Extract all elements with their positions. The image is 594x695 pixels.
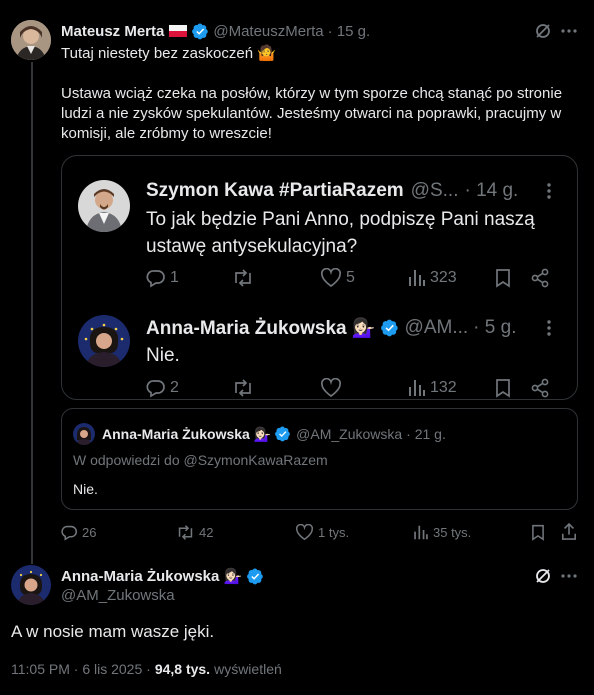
- repost-icon: [232, 268, 254, 288]
- tweet-text-p2-l1: Ustawa wciąż czeka na posłów, którzy w t…: [61, 85, 563, 102]
- post2-views-count: 132: [430, 379, 457, 396]
- post1-time[interactable]: · 14 g.: [464, 180, 518, 202]
- quoted-avatar: [73, 423, 95, 445]
- post2-share-icon[interactable]: [530, 378, 550, 398]
- reply-timestamp[interactable]: 11:05 PM · 6 lis 2025 ·: [11, 661, 151, 677]
- reply-icon: [146, 268, 166, 288]
- post1-repost-action[interactable]: [232, 268, 254, 288]
- views-icon: [408, 378, 426, 398]
- repost-icon: [232, 378, 254, 398]
- post1-views-count: 323: [430, 269, 457, 286]
- tweet-text-p2-l2: ludzi a nie zysków spekulantów. Jesteśmy…: [61, 105, 562, 122]
- avatar-anna[interactable]: [11, 565, 51, 605]
- quoted-reply-to: W odpowiedzi do @SzymonKawaRazem: [73, 452, 328, 468]
- like-icon: [320, 268, 342, 288]
- reply-meta: 11:05 PM · 6 lis 2025 · 94,8 tys. wyświe…: [11, 661, 282, 677]
- tweet-text-p2-l3: komisji, ale zróbmy to wreszcie!: [61, 125, 272, 142]
- post2-bookmark-icon[interactable]: [494, 378, 512, 398]
- quoted-tweet[interactable]: Anna-Maria Żukowska 💁🏻‍♀️ @AM_Zukowska ·…: [61, 408, 578, 510]
- like-icon: [295, 524, 314, 541]
- post1-bookmark-icon[interactable]: [494, 268, 512, 288]
- post1-text-l1: To jak będzie Pani Anno, podpiszę Pani n…: [146, 209, 535, 230]
- post1-reply-action[interactable]: 1: [146, 268, 179, 288]
- thread-line: [31, 62, 33, 564]
- like-icon: [320, 378, 342, 398]
- reply-views-count: 94,8 tys.: [154, 661, 211, 677]
- post1-like-action[interactable]: 5: [320, 268, 355, 288]
- tweet-text: Tutaj niestety bez zaskoczeń 🤷 Ustawa wc…: [61, 44, 581, 144]
- repost-icon: [176, 524, 195, 541]
- reply-author[interactable]: Anna-Maria Żukowska 💁🏻‍♀️: [61, 567, 242, 585]
- reply-more-options-icon[interactable]: [560, 567, 578, 585]
- post2-handle[interactable]: @AM...: [405, 317, 469, 339]
- reply-icon: [61, 524, 78, 541]
- post2-author[interactable]: Anna-Maria Żukowska 💁🏻‍♀️: [146, 316, 376, 340]
- post1-text-l2: ustawę antysekulacyjna?: [146, 236, 358, 257]
- post1-text: To jak będzie Pani Anno, podpiszę Pani n…: [146, 206, 535, 260]
- tweet-time[interactable]: · 15 g.: [328, 23, 371, 40]
- reply-grok-icon[interactable]: [534, 567, 552, 585]
- like-count: 1 tys.: [318, 525, 350, 540]
- avatar-anna-large[interactable]: [78, 315, 130, 367]
- reply-views-label: wyświetleń: [214, 661, 282, 677]
- more-options-icon[interactable]: [560, 22, 578, 40]
- repost-action[interactable]: 42: [176, 524, 213, 541]
- quoted-time: · 21 g.: [406, 426, 446, 442]
- post2-repost-action[interactable]: [232, 378, 254, 398]
- post1-handle[interactable]: @S...: [411, 180, 459, 202]
- post1-like-count: 5: [346, 269, 355, 286]
- post2-more-icon[interactable]: [545, 319, 553, 337]
- post1-reply-count: 1: [170, 269, 179, 286]
- views-action[interactable]: 35 tys.: [413, 524, 471, 541]
- reply-icon: [146, 378, 166, 398]
- post2-like-action[interactable]: [320, 378, 342, 398]
- grok-icon[interactable]: [534, 22, 552, 40]
- avatar-mateusz[interactable]: [11, 20, 51, 60]
- bookmark-icon[interactable]: [530, 524, 546, 541]
- reply-action[interactable]: 26: [61, 524, 96, 541]
- post1-views-action[interactable]: 323: [408, 268, 457, 288]
- verified-badge-icon[interactable]: [192, 23, 209, 40]
- tweet-header: Mateusz Merta @MateuszMerta · 15 g.: [61, 22, 370, 40]
- poland-flag-icon: [169, 25, 188, 37]
- quoted-header: Anna-Maria Żukowska 💁🏻‍♀️ @AM_Zukowska ·…: [102, 425, 446, 443]
- views-count: 35 tys.: [433, 525, 472, 540]
- reply-verified-icon[interactable]: [247, 568, 264, 585]
- views-icon: [413, 524, 429, 541]
- post1-share-icon[interactable]: [530, 268, 550, 288]
- views-icon: [408, 268, 426, 288]
- quoted-author: Anna-Maria Żukowska 💁🏻‍♀️: [102, 425, 272, 442]
- reply-text: A w nosie mam wasze jęki.: [11, 622, 215, 641]
- author-handle[interactable]: @MateuszMerta: [213, 23, 323, 40]
- post2-verified-icon: [380, 319, 399, 337]
- post1-more-icon[interactable]: [545, 182, 553, 200]
- post1-author[interactable]: Szymon Kawa #PartiaRazem: [146, 180, 404, 202]
- post2-reply-count: 2: [170, 379, 179, 396]
- reply-count: 26: [82, 525, 97, 540]
- attached-image[interactable]: Szymon Kawa #PartiaRazem @S... · 14 g. T…: [61, 155, 578, 400]
- quoted-handle: @AM_Zukowska: [296, 426, 403, 442]
- author-name[interactable]: Mateusz Merta: [61, 23, 164, 40]
- like-action[interactable]: 1 tys.: [295, 524, 349, 541]
- repost-count: 42: [199, 525, 214, 540]
- post2-time[interactable]: · 5 g.: [473, 317, 516, 339]
- share-icon[interactable]: [561, 523, 577, 541]
- quoted-verified-icon: [275, 426, 291, 442]
- post2-reply-action[interactable]: 2: [146, 378, 179, 398]
- reply-header: Anna-Maria Żukowska 💁🏻‍♀️: [61, 567, 264, 585]
- reply-handle[interactable]: @AM_Zukowska: [61, 587, 175, 604]
- post2-header: Anna-Maria Żukowska 💁🏻‍♀️ @AM... · 5 g.: [146, 316, 516, 340]
- quoted-text: Nie.: [73, 481, 98, 497]
- tweet-text-line1: Tutaj niestety bez zaskoczeń 🤷: [61, 45, 276, 62]
- post1-header: Szymon Kawa #PartiaRazem @S... · 14 g.: [146, 179, 518, 203]
- post2-views-action[interactable]: 132: [408, 378, 457, 398]
- post2-text: Nie.: [146, 345, 180, 366]
- avatar-szymon[interactable]: [78, 180, 130, 232]
